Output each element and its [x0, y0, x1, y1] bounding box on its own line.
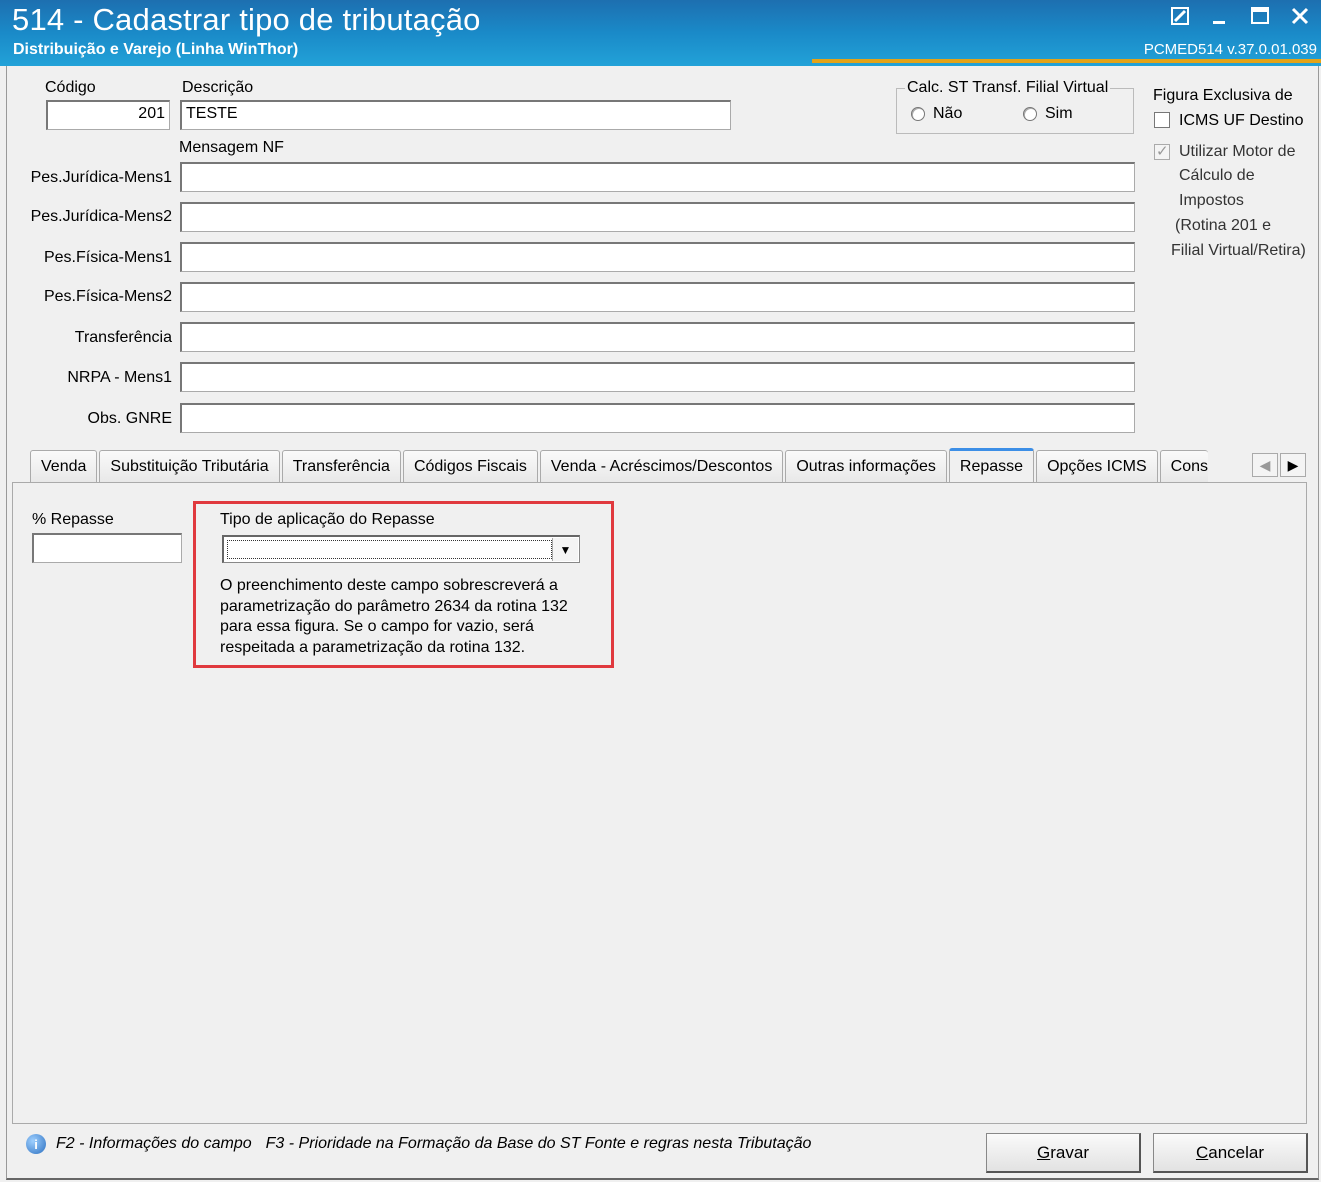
version-label: PCMED514 v.37.0.01.039 — [1143, 41, 1317, 58]
gravar-button[interactable]: Gravar — [986, 1133, 1141, 1173]
tab-venda[interactable]: Venda — [30, 450, 98, 482]
percent-repasse-input[interactable] — [32, 533, 182, 563]
accent-bar — [812, 59, 1321, 63]
tipo-aplicacao-label: Tipo de aplicação do Repasse — [220, 511, 435, 528]
window-subtitle: Distribuição e Varejo (Linha WinThor) — [13, 41, 299, 58]
row-label-transferencia: Transferência — [74, 329, 172, 346]
obs-gnre-input[interactable] — [180, 403, 1135, 433]
pj-mens1-input[interactable] — [180, 162, 1135, 192]
window-title: 514 - Cadastrar tipo de tributação — [12, 2, 481, 37]
tab-scroll-left-icon[interactable]: ◀ — [1252, 453, 1278, 477]
cancelar-button[interactable]: Cancelar — [1153, 1133, 1308, 1173]
gravar-accel: G — [1037, 1142, 1051, 1162]
row-label-pf-mens1: Pes.Física-Mens1 — [43, 249, 172, 266]
note-line: respeitada a parametrização da rotina 13… — [220, 638, 526, 656]
tab-scroll-right-icon[interactable]: ▶ — [1280, 453, 1306, 477]
note-line: para essa figura. Se o campo for vazio, … — [220, 618, 534, 635]
mensagem-nf-label: Mensagem NF — [179, 139, 284, 156]
repasse-note: O preenchimento deste campo sobrescrever… — [220, 576, 610, 658]
nrpa-mens1-input[interactable] — [180, 362, 1135, 392]
maximize-icon[interactable] — [1247, 3, 1273, 29]
tab-opcoes-icms[interactable]: Opções ICMS — [1036, 450, 1158, 482]
motor-line-2: Cálculo de — [1179, 167, 1255, 184]
tab-codigos-fiscais[interactable]: Códigos Fiscais — [402, 450, 538, 482]
cancelar-label: ancelar — [1208, 1142, 1265, 1162]
icms-uf-destino-label: ICMS UF Destino — [1179, 112, 1304, 129]
minimize-icon[interactable] — [1207, 3, 1233, 29]
row-label-pf-mens2: Pes.Física-Mens2 — [43, 288, 172, 305]
pj-mens2-input[interactable] — [180, 202, 1135, 232]
codigo-label: Código — [45, 79, 96, 96]
descricao-input[interactable]: TESTE — [180, 100, 731, 130]
radio-circle-icon — [911, 107, 925, 121]
tipo-aplicacao-select[interactable]: ▼ — [222, 535, 580, 563]
pf-mens2-input[interactable] — [180, 282, 1135, 312]
tab-cons[interactable]: Cons — [1159, 450, 1208, 482]
motor-line-5: Filial Virtual/Retira) — [1171, 242, 1306, 259]
tab-venda-acrescimos[interactable]: Venda - Acréscimos/Descontos — [539, 450, 784, 482]
percent-repasse-label: % Repasse — [32, 511, 114, 528]
radio-nao[interactable]: Não — [911, 105, 962, 123]
motor-line-4: (Rotina 201 e — [1175, 217, 1272, 234]
tab-substituicao-tributaria[interactable]: Substituição Tributária — [99, 450, 280, 482]
radio-nao-label: Não — [933, 105, 963, 122]
f2-hint: F2 - Informações do campo — [56, 1135, 252, 1152]
footer-info: i F2 - Informações do campo F3 - Priorid… — [26, 1134, 811, 1154]
codigo-input[interactable]: 201 — [46, 100, 170, 130]
cancelar-accel: C — [1195, 1142, 1209, 1162]
window-controls — [1167, 3, 1313, 29]
radio-sim-label: Sim — [1045, 105, 1073, 122]
tab-repasse[interactable]: Repasse — [948, 448, 1035, 482]
title-bar: 514 - Cadastrar tipo de tributação Distr… — [0, 0, 1321, 66]
calc-st-title: Calc. ST Transf. Filial Virtual — [905, 79, 1111, 97]
row-label-pj-mens2: Pes.Jurídica-Mens2 — [30, 208, 172, 225]
transferencia-input[interactable] — [180, 322, 1135, 352]
gravar-label: ravar — [1050, 1142, 1089, 1162]
info-icon: i — [26, 1134, 46, 1154]
close-icon[interactable] — [1287, 3, 1313, 29]
pf-mens1-input[interactable] — [180, 242, 1135, 272]
motor-line-1: Utilizar Motor de — [1179, 143, 1296, 160]
figura-title: Figura Exclusiva de — [1153, 87, 1293, 104]
calc-st-group: Calc. ST Transf. Filial Virtual Não Sim — [896, 79, 1134, 134]
note-line: O preenchimento deste campo sobrescrever… — [220, 577, 558, 594]
motor-line-3: Impostos — [1179, 192, 1244, 209]
f3-hint: F3 - Prioridade na Formação da Base do S… — [265, 1135, 812, 1152]
chevron-down-icon[interactable]: ▼ — [552, 538, 578, 561]
radio-circle-icon — [1023, 107, 1037, 121]
restore-icon[interactable] — [1167, 3, 1193, 29]
descricao-label: Descrição — [182, 79, 254, 96]
row-label-obs-gnre: Obs. GNRE — [87, 410, 172, 427]
motor-calculo-checkbox[interactable] — [1154, 142, 1170, 160]
select-focus-rect — [227, 540, 552, 559]
radio-sim[interactable]: Sim — [1023, 105, 1073, 123]
tab-bar: Venda Substituição Tributária Transferên… — [30, 448, 1210, 482]
icms-uf-destino-checkbox[interactable] — [1154, 112, 1170, 128]
note-line: parametrização do parâmetro 2634 da roti… — [220, 597, 568, 615]
row-label-nrpa-mens1: NRPA - Mens1 — [67, 369, 172, 386]
tab-transferencia[interactable]: Transferência — [281, 450, 401, 482]
tab-outras-informacoes[interactable]: Outras informações — [785, 450, 947, 482]
row-label-pj-mens1: Pes.Jurídica-Mens1 — [30, 169, 172, 186]
